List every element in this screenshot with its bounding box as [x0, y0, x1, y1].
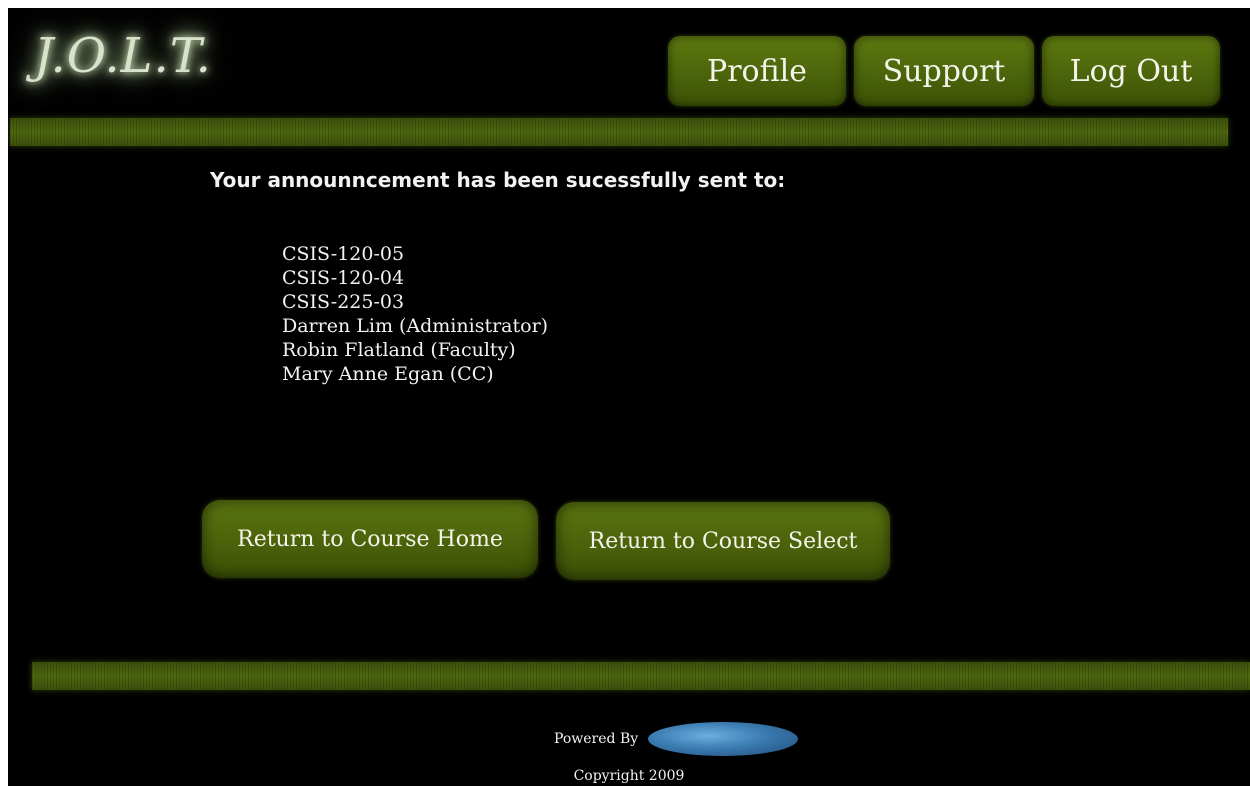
- recipient-item: CSIS-120-05: [282, 243, 405, 265]
- recipient-item: CSIS-225-03: [282, 291, 405, 313]
- sponsor-logo: [648, 722, 799, 756]
- recipient-item: Robin Flatland (Faculty): [282, 339, 516, 361]
- footer-divider-bar: [32, 662, 1250, 690]
- recipient-item: Mary Anne Egan (CC): [282, 363, 494, 385]
- support-button[interactable]: Support: [854, 36, 1034, 106]
- recipient-item: Darren Lim (Administrator): [282, 315, 549, 337]
- profile-button[interactable]: Profile: [668, 36, 846, 106]
- return-course-select-button[interactable]: Return to Course Select: [556, 502, 890, 580]
- recipient-item: CSIS-120-04: [282, 267, 405, 289]
- powered-by-label: Powered By: [554, 731, 639, 747]
- recipient-list: CSIS-120-05 CSIS-120-04 CSIS-225-03 Darr…: [282, 242, 548, 386]
- copyright-text: Copyright 2009: [573, 768, 685, 784]
- confirmation-headline: Your announncement has been sucessfully …: [210, 168, 786, 192]
- powered-by: Powered By: [554, 722, 799, 756]
- jolt-logo: J.O.L.T.: [34, 28, 212, 84]
- return-course-home-button[interactable]: Return to Course Home: [202, 500, 538, 578]
- header-divider-bar: [10, 118, 1228, 146]
- logout-button[interactable]: Log Out: [1042, 36, 1220, 106]
- app-window: J.O.L.T. Profile Support Log Out Your an…: [8, 8, 1250, 786]
